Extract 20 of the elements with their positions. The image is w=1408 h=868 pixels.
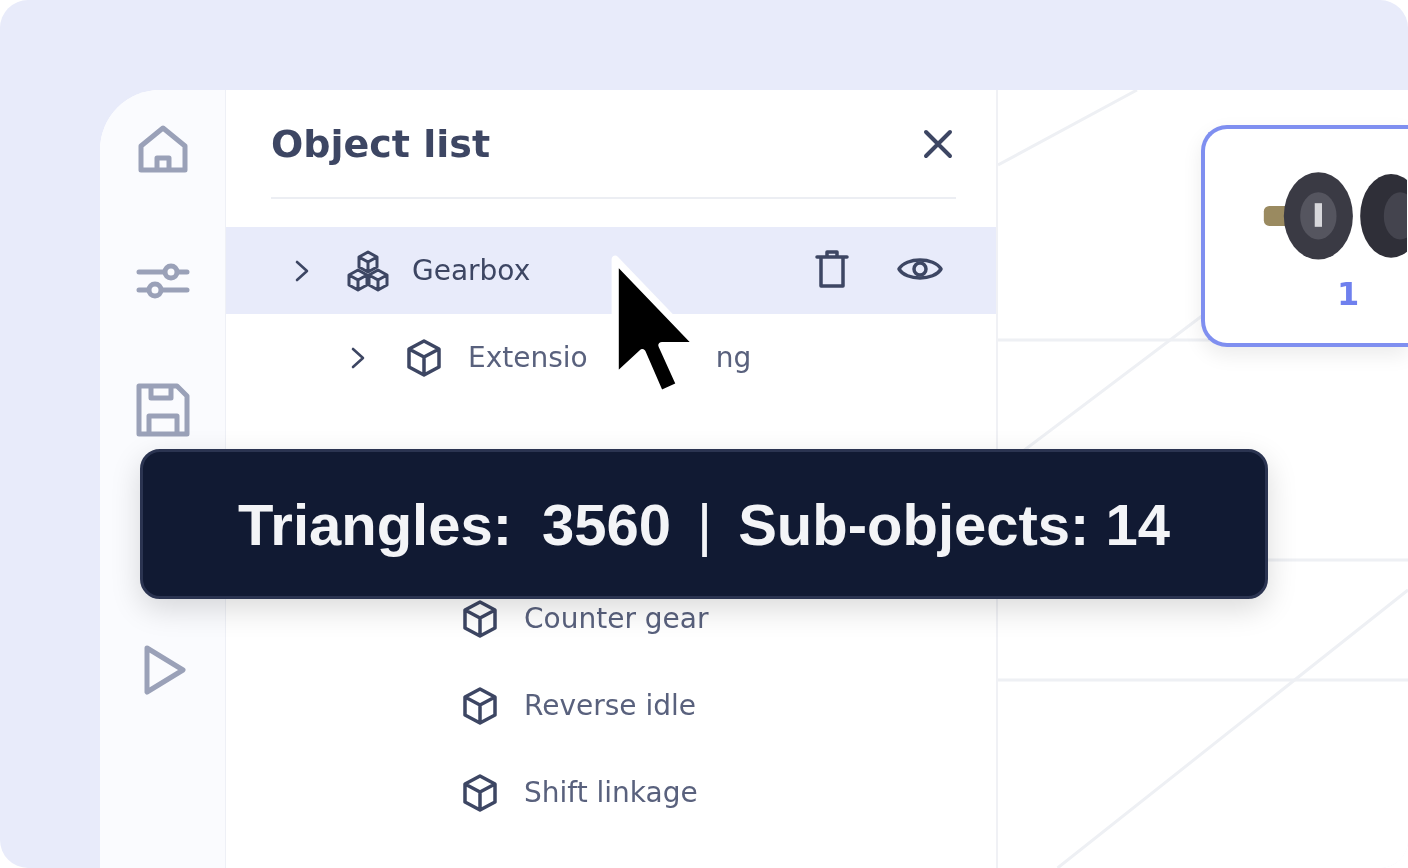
tree-item-label: Extensio: [468, 341, 588, 374]
tooltip-label: Triangles:: [238, 490, 513, 558]
tree-row[interactable]: Shift linkage: [226, 749, 996, 836]
card-label: 1: [1337, 275, 1360, 313]
object-card[interactable]: 1: [1201, 125, 1408, 347]
tree-row[interactable]: Gearbox: [226, 227, 996, 314]
tree-row[interactable]: Reverse idle: [226, 662, 996, 749]
tree-item-label: Gearbox: [412, 254, 531, 287]
tooltip-label: Sub-objects:: [738, 490, 1090, 558]
tree-item-label: Shift linkage: [524, 776, 698, 809]
panel-title: Object list: [271, 121, 491, 166]
tooltip-value: 14: [1105, 490, 1170, 558]
separator: |: [697, 490, 713, 558]
tree-item-label: Counter gear: [524, 602, 709, 635]
tree-row[interactable]: Counter gear: [226, 575, 996, 662]
tooltip-value: 3560: [542, 490, 672, 558]
tree-item-label: ng: [715, 341, 752, 374]
tree-row[interactable]: Extensio ng: [226, 314, 996, 401]
cubes-icon: [346, 248, 390, 293]
tree-item-label: Reverse idle: [524, 689, 696, 722]
